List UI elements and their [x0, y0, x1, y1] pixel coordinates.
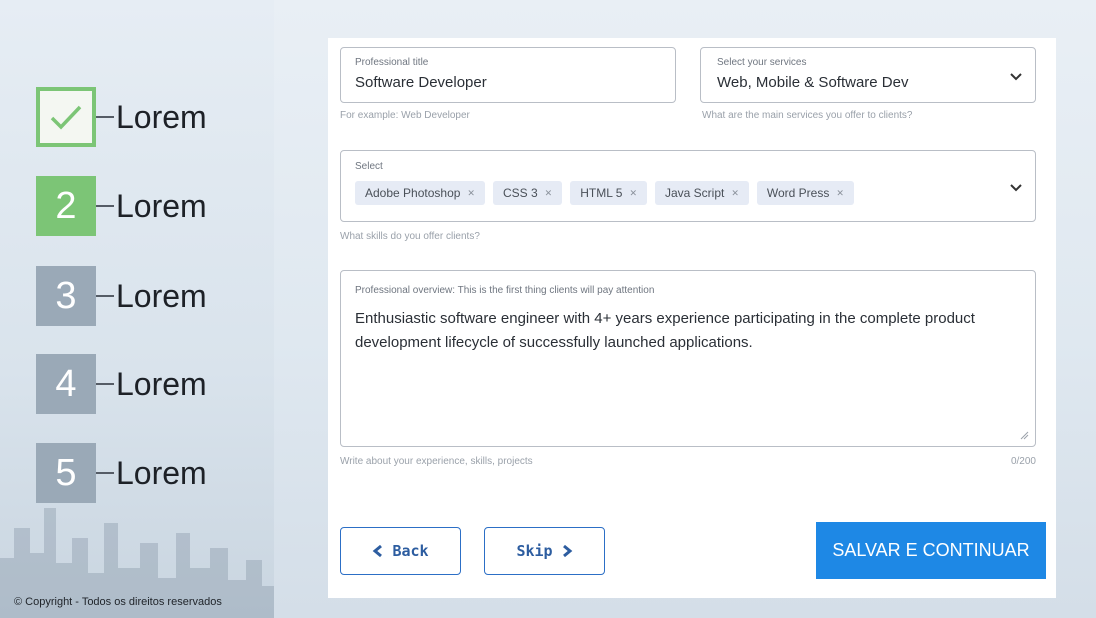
- back-button-label: Back: [392, 542, 429, 560]
- overview-char-counter: 0/200: [1010, 456, 1036, 467]
- step-3-number: 3: [36, 266, 96, 326]
- step-5[interactable]: 5 Lorem: [36, 443, 266, 503]
- skill-chip[interactable]: Java Script ✕: [654, 181, 749, 205]
- step-4-label: Lorem: [116, 365, 207, 402]
- step-5-label: Lorem: [116, 454, 207, 491]
- professional-title-field[interactable]: Professional title Software Developer: [340, 47, 676, 103]
- step-2[interactable]: 2 Lorem: [36, 176, 266, 236]
- steps-sidebar: Lorem 2 Lorem 3 Lorem 4 Lorem 5 Lorem © …: [0, 0, 274, 618]
- services-helper: What are the main services you offer to …: [702, 110, 913, 121]
- professional-title-helper: For example: Web Developer: [340, 110, 470, 121]
- skill-chip-label: Word Press: [766, 186, 830, 200]
- chevron-right-icon: [562, 544, 572, 558]
- services-value: Web, Mobile & Software Dev: [717, 74, 909, 91]
- skill-chip[interactable]: CSS 3 ✕: [492, 181, 563, 205]
- chevron-left-icon: [373, 544, 383, 558]
- step-1[interactable]: Lorem: [36, 87, 266, 147]
- overview-helper: Write about your experience, skills, pro…: [340, 456, 533, 467]
- professional-overview-textarea[interactable]: Professional overview: This is the first…: [340, 270, 1036, 447]
- skill-chip-label: Java Script: [664, 186, 725, 200]
- step-5-number: 5: [36, 443, 96, 503]
- step-2-label: Lorem: [116, 187, 207, 224]
- step-connector: [96, 116, 114, 118]
- step-connector: [96, 383, 114, 385]
- check-icon: [50, 105, 82, 130]
- services-label: Select your services: [717, 57, 807, 68]
- skill-chip[interactable]: HTML 5 ✕: [570, 181, 647, 205]
- skip-button-label: Skip: [516, 542, 553, 560]
- skill-chip[interactable]: Adobe Photoshop ✕: [355, 181, 485, 205]
- step-4-number: 4: [36, 354, 96, 414]
- step-3[interactable]: 3 Lorem: [36, 266, 266, 326]
- skills-chip-list: Adobe Photoshop ✕ CSS 3 ✕ HTML 5 ✕ Java Scr…: [355, 181, 862, 205]
- remove-chip-icon[interactable]: ✕: [731, 188, 739, 199]
- overview-value: Enthusiastic software engineer with 4+ y…: [355, 310, 975, 351]
- remove-chip-icon[interactable]: ✕: [629, 188, 637, 199]
- step-4[interactable]: 4 Lorem: [36, 354, 266, 414]
- save-and-continue-button[interactable]: SALVAR E CONTINUAR: [816, 522, 1046, 579]
- back-button[interactable]: Back: [340, 527, 461, 575]
- remove-chip-icon[interactable]: ✕: [836, 188, 844, 199]
- skills-label: Select: [355, 161, 383, 172]
- skills-helper: What skills do you offer clients?: [340, 231, 480, 242]
- copyright-text: © Copyright - Todos os direitos reservad…: [14, 596, 222, 608]
- professional-title-label: Professional title: [355, 57, 429, 68]
- profile-form-card: Professional title Software Developer Fo…: [328, 38, 1056, 598]
- step-connector: [96, 472, 114, 474]
- remove-chip-icon[interactable]: ✕: [545, 188, 553, 199]
- step-connector: [96, 295, 114, 297]
- skill-chip-label: Adobe Photoshop: [365, 186, 461, 200]
- skills-multiselect[interactable]: Select Adobe Photoshop ✕ CSS 3 ✕ HTML 5 ✕ J…: [340, 150, 1036, 222]
- step-3-label: Lorem: [116, 277, 207, 314]
- skill-chip[interactable]: Word Press ✕: [756, 181, 854, 205]
- skill-chip-label: CSS 3: [502, 186, 538, 200]
- overview-label: Professional overview: This is the first…: [355, 285, 655, 296]
- step-connector: [96, 205, 114, 207]
- chevron-down-icon[interactable]: [1007, 67, 1025, 85]
- remove-chip-icon[interactable]: ✕: [467, 188, 475, 199]
- step-1-box: [36, 87, 96, 147]
- skip-button[interactable]: Skip: [484, 527, 605, 575]
- chevron-down-icon[interactable]: [1007, 178, 1025, 196]
- skill-chip-label: HTML 5: [580, 186, 623, 200]
- step-1-label: Lorem: [116, 98, 207, 135]
- step-2-number: 2: [36, 176, 96, 236]
- services-select[interactable]: Select your services Web, Mobile & Softw…: [700, 47, 1036, 103]
- professional-title-value: Software Developer: [355, 74, 487, 91]
- resize-handle-icon[interactable]: [1019, 430, 1029, 440]
